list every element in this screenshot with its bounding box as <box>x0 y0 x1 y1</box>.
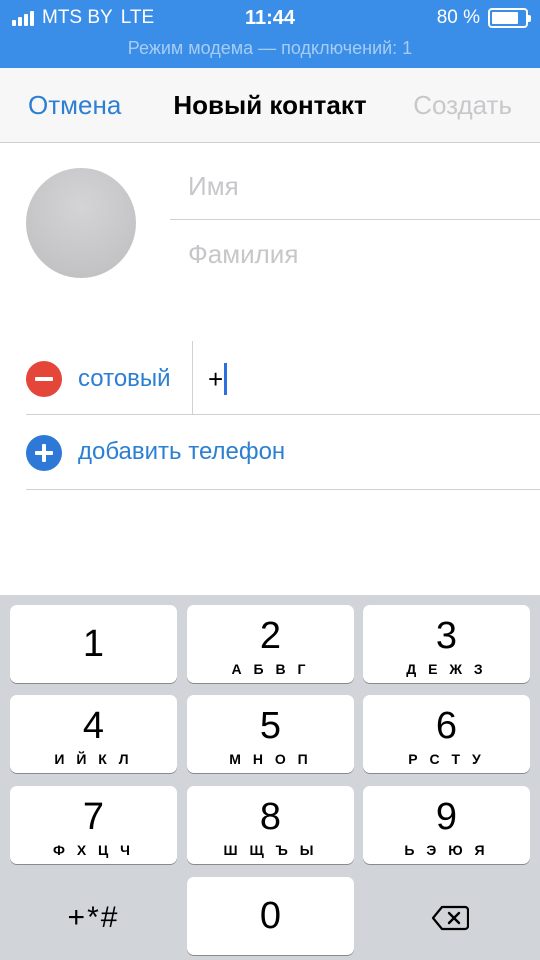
phone-label-selector[interactable]: сотовый <box>78 365 171 393</box>
last-name-field[interactable] <box>170 221 540 287</box>
key-letters: Д Е Ж З <box>406 661 487 677</box>
key-6[interactable]: 6 Р С Т У <box>363 695 530 773</box>
key-digit: 8 <box>259 796 282 838</box>
key-digit: 2 <box>259 615 282 657</box>
phone-row: сотовый + <box>26 341 540 415</box>
create-button[interactable]: Создать <box>413 90 512 121</box>
first-name-row <box>170 154 540 220</box>
add-phone-row[interactable]: добавить телефон <box>26 416 540 490</box>
key-letters: А Б В Г <box>231 661 310 677</box>
text-cursor <box>224 363 228 395</box>
hotspot-banner[interactable]: Режим модема — подключений: 1 <box>0 38 540 59</box>
status-bar-right: 80 % <box>436 7 531 29</box>
key-letters: Ф Х Ц Ч <box>52 842 135 858</box>
battery-level-fill <box>492 12 518 24</box>
last-name-row <box>170 221 540 287</box>
nav-bar: Отмена Новый контакт Создать <box>0 68 540 143</box>
key-5[interactable]: 5 М Н О П <box>187 695 354 773</box>
key-3[interactable]: 3 Д Е Ж З <box>363 605 530 683</box>
key-7[interactable]: 7 Ф Х Ц Ч <box>10 786 177 864</box>
delete-backspace-icon <box>431 905 469 931</box>
phone-number-field[interactable]: + <box>208 363 228 395</box>
key-letters: Ш Щ Ъ Ы <box>223 842 318 858</box>
battery-percent: 80 % <box>436 7 480 28</box>
phone-keypad: 1 2 А Б В Г 3 Д Е Ж З 4 И Й К Л 5 М Н О … <box>0 595 540 960</box>
battery-icon <box>488 8 531 28</box>
key-8[interactable]: 8 Ш Щ Ъ Ы <box>187 786 354 864</box>
key-digit: 4 <box>82 705 105 747</box>
key-symbols[interactable]: +*# <box>10 877 177 955</box>
add-phone-icon[interactable] <box>26 435 62 471</box>
key-digit: 1 <box>82 623 105 665</box>
key-letters: Ь Э Ю Я <box>404 842 489 858</box>
add-phone-label[interactable]: добавить телефон <box>78 438 285 466</box>
key-digit: 6 <box>435 705 458 747</box>
key-0[interactable]: 0 <box>187 877 354 955</box>
key-digit: 7 <box>82 796 105 838</box>
phone-divider <box>192 341 193 415</box>
phone-number-text: + <box>208 363 224 394</box>
key-digit: +*# <box>67 901 120 934</box>
key-1[interactable]: 1 <box>10 605 177 683</box>
first-name-field[interactable] <box>170 154 540 219</box>
key-4[interactable]: 4 И Й К Л <box>10 695 177 773</box>
key-delete[interactable] <box>363 877 530 955</box>
status-bar: MTS BY LTE 11:44 80 % Режим модема — под… <box>0 0 540 68</box>
key-digit: 0 <box>259 895 282 937</box>
remove-phone-icon[interactable] <box>26 361 62 397</box>
key-9[interactable]: 9 Ь Э Ю Я <box>363 786 530 864</box>
key-digit: 3 <box>435 615 458 657</box>
key-digit: 9 <box>435 796 458 838</box>
key-2[interactable]: 2 А Б В Г <box>187 605 354 683</box>
key-digit: 5 <box>259 705 282 747</box>
key-letters: М Н О П <box>229 751 312 767</box>
key-letters: И Й К Л <box>54 751 133 767</box>
key-letters: Р С Т У <box>408 751 485 767</box>
contact-photo-placeholder[interactable] <box>26 168 136 278</box>
